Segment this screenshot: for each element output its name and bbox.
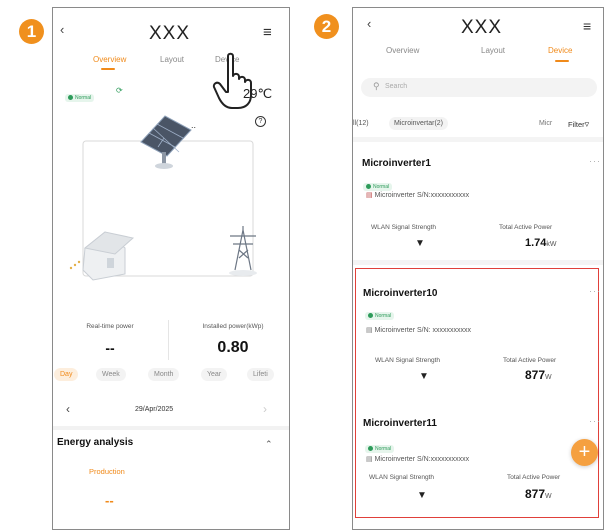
device-card[interactable]: Microinverter1 ··· Normal ▤ Microinverte…	[353, 142, 603, 260]
menu-icon[interactable]: ≡	[263, 24, 272, 41]
power-unit: kW	[546, 241, 557, 248]
device-sn-text: Microinverter S/N: xxxxxxxxxxx	[374, 327, 472, 334]
filter-button[interactable]: Filter▿	[568, 119, 589, 130]
more-options-icon[interactable]: ···	[589, 286, 601, 296]
solar-panel-icon	[140, 115, 192, 169]
more-options-icon[interactable]: ···	[589, 156, 601, 166]
tab-overview[interactable]: Overview	[386, 46, 419, 55]
power-number: 877	[525, 487, 546, 501]
device-sn: ▤ Microinverter S/N: xxxxxxxxxxx	[366, 326, 471, 334]
power-unit: W	[545, 493, 552, 500]
status-badge: Normal	[365, 438, 395, 456]
status-text: Normal	[375, 312, 392, 319]
device-type-icon: ▤	[366, 192, 373, 199]
power-number: 1.74	[525, 237, 547, 249]
installed-power-label: Installed power(kWp)	[202, 323, 264, 330]
more-options-icon[interactable]: ···	[589, 416, 601, 426]
power-label: Total Active Power	[507, 474, 561, 481]
device-name: Microinverter11	[363, 418, 437, 429]
filter-chip-microinverter[interactable]: Microinvertar(2)	[389, 117, 449, 130]
period-month[interactable]: Month	[148, 368, 180, 381]
prev-date-icon[interactable]: ‹	[66, 402, 70, 416]
energy-flow-diagram: ..	[69, 115, 257, 281]
status-text: Normal	[375, 445, 392, 452]
house-icon	[69, 231, 135, 281]
collapse-icon[interactable]: ⌃	[265, 439, 273, 450]
wifi-icon: ▼	[419, 371, 429, 382]
realtime-power-label: Real-time power	[86, 323, 134, 330]
status-text: Normal	[75, 94, 92, 101]
wifi-icon: ▼	[415, 238, 425, 249]
device-type-icon: ▤	[366, 327, 373, 334]
device-card[interactable]: Microinverter11 ··· Normal ▤ Microinvert…	[353, 404, 603, 514]
wifi-icon: ▼	[417, 490, 427, 501]
status-badge: Normal	[65, 87, 95, 105]
search-icon: ⚲	[373, 81, 380, 91]
svg-text:..: ..	[191, 120, 196, 130]
power-label: Total Active Power	[503, 357, 557, 364]
power-value: 1.74kW	[525, 237, 557, 249]
page-title: XXX	[149, 23, 191, 44]
add-device-button[interactable]: +	[571, 439, 598, 466]
tab-layout[interactable]: Layout	[160, 55, 184, 64]
filter-icon: ▿	[584, 119, 590, 129]
back-icon[interactable]: ‹	[367, 16, 371, 31]
stats-divider	[168, 320, 169, 360]
wlan-label: WLAN Signal Strength	[375, 357, 441, 364]
plus-icon: +	[578, 441, 591, 463]
device-card[interactable]: Microinverter10 ··· Normal ▤ Microinvert…	[353, 270, 603, 388]
period-year[interactable]: Year	[201, 368, 228, 381]
realtime-power-value: --	[105, 340, 115, 356]
energy-analysis-title: Energy analysis	[57, 437, 134, 448]
search-placeholder: Search	[385, 83, 408, 90]
wlan-label: WLAN Signal Strength	[369, 474, 435, 481]
active-tab-indicator	[101, 68, 115, 70]
production-label: Production	[89, 467, 125, 476]
date-label: 29/Apr/2025	[135, 406, 174, 413]
device-name: Microinverter1	[362, 158, 431, 169]
period-week[interactable]: Week	[96, 368, 126, 381]
device-sn: ▤ Microinverter S/N:xxxxxxxxxxx	[366, 191, 469, 199]
period-lifetime[interactable]: Lifeti	[247, 368, 274, 381]
tab-device[interactable]: Device	[548, 46, 572, 55]
active-tab-indicator	[555, 60, 569, 62]
menu-icon[interactable]: ≡	[583, 18, 591, 34]
tab-overview[interactable]: Overview	[93, 55, 126, 64]
device-name: Microinverter10	[363, 288, 438, 299]
filter-chip-all[interactable]: ll(12)	[353, 120, 369, 127]
wlan-label: WLAN Signal Strength	[371, 224, 437, 231]
device-type-icon: ▤	[366, 456, 373, 463]
installed-power-value: 0.80	[217, 339, 249, 356]
step-1-marker: 1	[19, 19, 44, 44]
page-title: XXX	[461, 17, 503, 38]
power-number: 877	[525, 368, 546, 382]
section-divider	[353, 260, 603, 265]
back-icon[interactable]: ‹	[60, 22, 64, 37]
step-2-marker: 2	[314, 14, 339, 39]
power-value: 877W	[525, 487, 552, 501]
device-sn-text: Microinverter S/N:xxxxxxxxxxx	[374, 192, 470, 199]
next-date-icon[interactable]: ›	[263, 402, 267, 416]
refresh-icon[interactable]: ⟳	[116, 86, 123, 95]
power-unit: W	[545, 374, 552, 381]
power-value: 877W	[525, 368, 552, 382]
search-input[interactable]: ⚲ Search	[361, 78, 597, 97]
temperature-value: 29℃	[243, 86, 273, 101]
filter-chip-truncated[interactable]: Micr	[539, 120, 552, 127]
phone-screen-device: ‹ XXX ≡ Overview Layout Device ⚲ Search …	[352, 7, 604, 530]
period-day[interactable]: Day	[54, 368, 79, 381]
status-text: Normal	[373, 183, 390, 190]
production-value: --	[105, 493, 114, 508]
tab-layout[interactable]: Layout	[481, 46, 505, 55]
filter-label: Filter	[568, 120, 585, 129]
power-label: Total Active Power	[499, 224, 553, 231]
phone-screen-overview: ‹ XXX ≡ Overview Layout Device Normal ⟳ …	[52, 7, 290, 530]
device-sn-text: Microinverter S/N:xxxxxxxxxxx	[374, 456, 470, 463]
section-divider	[53, 426, 289, 430]
status-badge: Normal	[365, 305, 395, 323]
device-sn: ▤ Microinverter S/N:xxxxxxxxxxx	[366, 455, 469, 463]
